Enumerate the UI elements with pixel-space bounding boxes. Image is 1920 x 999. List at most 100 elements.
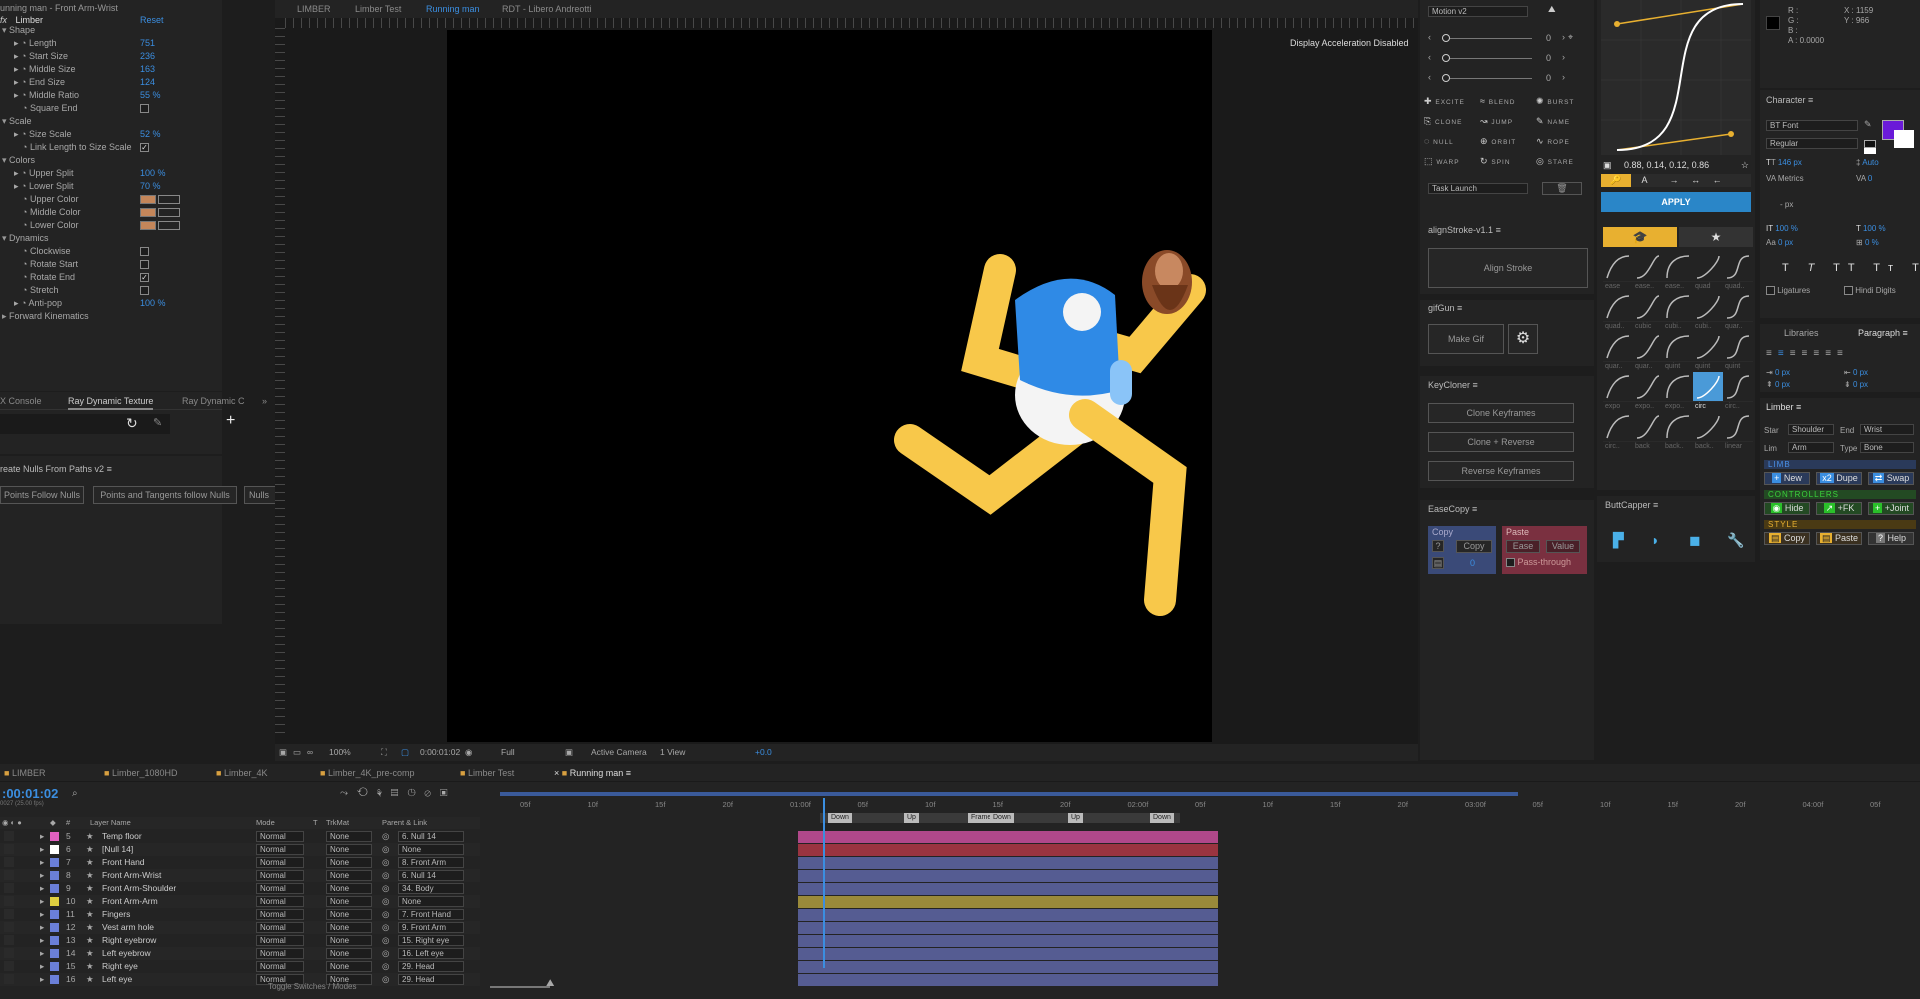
property-checkbox[interactable]: ✓ — [140, 273, 149, 283]
chevron-right-icon[interactable]: ▸ — [14, 298, 19, 308]
expand-arrow-icon[interactable]: ▸ — [40, 882, 44, 895]
layer-duration-bar[interactable] — [798, 857, 1218, 869]
pin-icon[interactable]: ⌖ — [1568, 32, 1573, 43]
chevron-right-icon[interactable]: ▸ — [2, 311, 7, 321]
color-swatch[interactable] — [140, 208, 156, 218]
style-select[interactable]: Regular — [1766, 138, 1858, 149]
limb-select[interactable]: Arm — [1788, 442, 1834, 453]
visibility-toggle[interactable] — [4, 870, 14, 880]
visibility-toggle[interactable] — [4, 844, 14, 854]
stopwatch-icon[interactable]: ◔ — [22, 246, 27, 256]
layer-duration-bar[interactable] — [798, 870, 1218, 882]
property-row[interactable]: ▸ ◔ Middle Size 163 — [0, 63, 155, 76]
stroke-width-value[interactable]: - px — [1780, 200, 1793, 209]
ease-preset-quint[interactable] — [1693, 332, 1723, 362]
bezier-curve-graph[interactable] — [1601, 0, 1751, 155]
menu-icon[interactable]: ≡ — [1808, 95, 1813, 105]
stopwatch-icon[interactable]: ◔ — [21, 298, 26, 308]
property-row[interactable]: ▸ ◔ Length 751 — [0, 37, 155, 50]
task-launch-select[interactable]: Task Launch — [1428, 183, 1528, 194]
parent-select[interactable]: None — [398, 844, 464, 855]
add-fk-button[interactable]: ↗ +FK — [1816, 502, 1862, 515]
motion-action-orbit[interactable]: ⊕ ORBIT — [1480, 136, 1516, 147]
blend-mode-select[interactable]: Normal — [256, 922, 304, 933]
end-select[interactable]: Wrist — [1860, 424, 1914, 435]
link-icon[interactable]: ∞ — [307, 744, 313, 761]
trkmat-select[interactable]: None — [326, 831, 372, 842]
vscale-value[interactable]: 100 % — [1775, 224, 1798, 233]
property-group[interactable]: ▾ Scale — [0, 115, 32, 128]
tracking-value[interactable]: 0 — [1868, 174, 1872, 183]
property-value[interactable]: 55 % — [140, 90, 161, 100]
property-value[interactable]: 52 % — [140, 129, 161, 139]
property-row[interactable]: ◔ Lower Color — [0, 219, 180, 232]
motion-action-burst[interactable]: ✺ BURST — [1536, 96, 1574, 107]
reset-link[interactable]: Reset — [140, 14, 164, 26]
property-row[interactable]: ▸ ◔ Start Size 236 — [0, 50, 155, 63]
layer-duration-bar[interactable] — [798, 896, 1218, 908]
libraries-tab[interactable]: Libraries — [1784, 328, 1819, 338]
ease-preset-circ[interactable] — [1723, 372, 1753, 402]
text-icon[interactable]: A — [1642, 175, 1648, 185]
pickwhip-icon[interactable]: ◎ — [382, 973, 389, 986]
visibility-toggle[interactable] — [4, 935, 14, 945]
property-row[interactable]: ◔ Clockwise — [0, 245, 149, 258]
ease-preset-expo[interactable] — [1663, 372, 1693, 402]
layer-duration-bar[interactable] — [798, 974, 1218, 986]
blend-mode-select[interactable]: Normal — [256, 909, 304, 920]
stopwatch-icon[interactable]: ◔ — [22, 259, 27, 269]
property-row[interactable]: ▸ ◔ Anti-pop 100 % — [0, 297, 166, 310]
property-row[interactable]: ▸ ◔ Size Scale 52 % — [0, 128, 161, 141]
butt-cap-icon[interactable]: ▛ — [1613, 532, 1624, 549]
stopwatch-icon[interactable]: ◔ — [22, 194, 27, 204]
ease-preset-ease[interactable] — [1603, 252, 1633, 282]
add-joint-button[interactable]: + +Joint — [1868, 502, 1914, 515]
stopwatch-icon[interactable]: ◔ — [21, 64, 26, 74]
property-row[interactable]: ▸ ◔ End Size 124 — [0, 76, 155, 89]
visibility-toggle[interactable] — [4, 922, 14, 932]
property-group[interactable]: ▾ Dynamics — [0, 232, 49, 245]
label-color[interactable] — [50, 975, 59, 984]
layer-row[interactable]: ▸ 6 ★ [Null 14] Normal None ◎ None — [0, 843, 480, 856]
expand-arrow-icon[interactable]: ▸ — [40, 973, 44, 986]
stopwatch-icon[interactable]: ◔ — [22, 272, 27, 282]
trash-button[interactable]: 🗑 — [1542, 182, 1582, 195]
property-checkbox[interactable] — [140, 286, 149, 296]
layer-row[interactable]: ▸ 9 ★ Front Arm-Shoulder Normal None ◎ 34. Body — [0, 882, 480, 895]
comp-marker[interactable]: Down — [990, 813, 1014, 823]
label-color[interactable] — [50, 845, 59, 854]
parent-select[interactable]: 6. Null 14 — [398, 870, 464, 881]
layer-duration-bar[interactable] — [798, 961, 1218, 973]
ligatures-toggle[interactable]: Ligatures — [1766, 286, 1810, 296]
make-gif-button[interactable]: Make Gif — [1428, 324, 1504, 354]
property-group[interactable]: ▸ Forward Kinematics — [0, 310, 89, 323]
stopwatch-icon[interactable]: ◔ — [21, 38, 26, 48]
leading-value[interactable]: Auto — [1862, 158, 1878, 167]
layer-name[interactable]: Left eyebrow — [102, 947, 151, 960]
round-cap-icon[interactable]: ◗ — [1651, 532, 1659, 548]
parent-select[interactable]: 16. Left eye — [398, 948, 464, 959]
trkmat-select[interactable]: None — [326, 844, 372, 855]
stopwatch-icon[interactable]: ◔ — [22, 142, 27, 152]
pickwhip-icon[interactable]: ◎ — [382, 882, 389, 895]
preset-tab-cap[interactable]: 🎓 — [1603, 227, 1677, 247]
property-row[interactable]: ▸ ◔ Middle Ratio 55 % — [0, 89, 161, 102]
layer-row[interactable]: ▸ 7 ★ Front Hand Normal None ◎ 8. Front Arm — [0, 856, 480, 869]
favorites-star-icon[interactable]: ★ — [1679, 227, 1753, 247]
blend-mode-select[interactable]: Normal — [256, 948, 304, 959]
slider-value[interactable]: 0 — [1546, 33, 1551, 43]
motion-action-null[interactable]: ◌ NULL — [1424, 136, 1454, 146]
blend-mode-select[interactable]: Normal — [256, 896, 304, 907]
parent-select[interactable]: 15. Right eye — [398, 935, 464, 946]
hindi-toggle[interactable]: Hindi Digits — [1844, 286, 1896, 296]
timeline-tab-1080[interactable]: ■ Limber_1080HD — [104, 764, 178, 782]
chevron-left-icon[interactable]: ‹ — [1428, 32, 1431, 42]
pickwhip-icon[interactable]: ◎ — [382, 856, 389, 869]
ease-preset-quar[interactable] — [1603, 332, 1633, 362]
property-value[interactable]: 70 % — [140, 181, 161, 191]
chevron-left-icon[interactable]: ‹ — [1428, 72, 1431, 82]
chevron-down-icon[interactable]: ▾ — [2, 116, 7, 126]
motion-action-clone[interactable]: ⎘ CLONE — [1424, 116, 1462, 127]
pencil-icon[interactable]: ✎ — [153, 416, 162, 429]
menu-icon[interactable]: ≡ — [1473, 380, 1478, 390]
